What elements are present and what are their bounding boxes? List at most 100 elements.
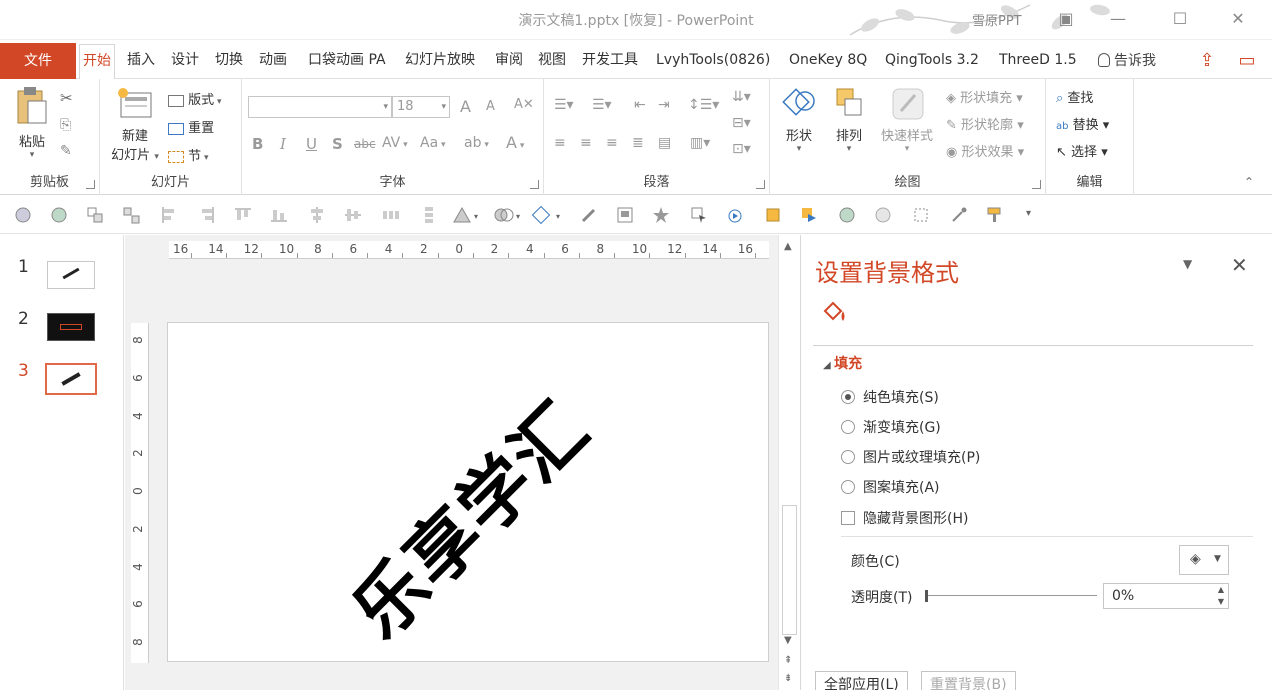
tab-review[interactable]: 审阅 (492, 48, 526, 74)
circle-gray-icon[interactable] (14, 206, 32, 224)
slide-thumbnail-3[interactable] (45, 363, 97, 395)
select-cursor-icon[interactable] (690, 206, 708, 224)
clipboard-launcher-icon[interactable] (86, 180, 95, 189)
strikethrough-button[interactable]: abc (354, 137, 376, 151)
radio-solid-fill[interactable]: 纯色填充(S) (841, 387, 939, 407)
layout-button[interactable]: 版式 ▾ (168, 89, 222, 108)
tab-developer[interactable]: 开发工具 (579, 48, 641, 74)
hide-bg-checkbox[interactable]: 隐藏背景图形(H) (841, 508, 968, 528)
spin-down-icon[interactable]: ▼ (1218, 597, 1224, 606)
tab-file[interactable]: 文件 (0, 43, 76, 79)
font-name-combo[interactable]: ▾ (248, 96, 392, 118)
radio-pattern-fill[interactable]: 图案填充(A) (841, 477, 940, 497)
tab-pocket-animation[interactable]: 口袋动画 PA (305, 48, 389, 74)
paragraph-launcher-icon[interactable] (756, 180, 765, 189)
align-left-obj-icon[interactable] (160, 206, 178, 224)
reset-background-button[interactable]: 重置背景(B) (921, 671, 1016, 690)
user-name[interactable]: 雪原PPT (972, 10, 1022, 29)
tab-lvyhtools[interactable]: LvyhTools(0826) (653, 48, 773, 74)
align-top-obj-icon[interactable] (234, 206, 252, 224)
tell-me-search[interactable]: 告诉我 (1098, 50, 1156, 70)
close-icon[interactable]: ✕ (1220, 6, 1256, 32)
underline-button[interactable]: U (306, 135, 317, 153)
drawing-launcher-icon[interactable] (1032, 180, 1041, 189)
section-button[interactable]: 节 ▾ (168, 145, 209, 164)
bullets-icon[interactable]: ☰▾ (554, 97, 574, 113)
tab-threed[interactable]: ThreeD 1.5 (996, 48, 1080, 74)
align-middle-obj-icon[interactable] (344, 206, 362, 224)
change-case-button[interactable]: Aa ▾ (420, 135, 446, 151)
scroll-down-icon[interactable]: ▼ (784, 635, 792, 646)
spin-up-icon[interactable]: ▲ (1218, 585, 1224, 594)
edit-shape-icon[interactable]: ▾ (532, 206, 566, 224)
apply-all-button[interactable]: 全部应用(L) (815, 671, 908, 690)
format-painter-icon[interactable]: ✎ (60, 143, 72, 159)
align-right-icon[interactable]: ≡ (606, 135, 618, 151)
distribute-v-icon[interactable] (420, 206, 438, 224)
font-color-icon[interactable]: A ▾ (506, 133, 524, 152)
align-bottom-obj-icon[interactable] (270, 206, 288, 224)
shape-blue-icon[interactable] (800, 206, 818, 224)
italic-button[interactable]: I (280, 135, 286, 153)
tab-transitions[interactable]: 切换 (212, 48, 246, 74)
tab-view[interactable]: 视图 (535, 48, 569, 74)
justify-icon[interactable]: ≣ (632, 135, 644, 151)
pane-close-icon[interactable]: ✕ (1231, 253, 1248, 277)
ungroup-icon[interactable] (122, 206, 140, 224)
animation-icon[interactable] (726, 206, 744, 224)
tab-qingtools[interactable]: QingTools 3.2 (882, 48, 982, 74)
tab-home[interactable]: 开始 (79, 44, 115, 80)
slide-thumbnail-2[interactable] (47, 313, 95, 341)
decrease-indent-icon[interactable]: ⇤ (634, 97, 646, 113)
collapse-ribbon-icon[interactable]: ⌃ (1244, 175, 1254, 189)
transparency-spinner[interactable]: 0% ▲ ▼ (1103, 583, 1229, 609)
radio-picture-fill[interactable]: 图片或纹理填充(P) (841, 447, 980, 467)
text-direction-icon[interactable]: ⇊▾ (732, 89, 751, 105)
shadow-button[interactable]: S (332, 135, 343, 153)
prev-slide-icon[interactable]: ⇞ (784, 655, 792, 666)
eraser-icon[interactable] (580, 206, 598, 224)
comment-icon[interactable]: ▭ (1236, 50, 1258, 72)
bold-button[interactable]: B (252, 135, 263, 153)
shapes-button[interactable]: 形状 ▾ (776, 85, 822, 154)
image-icon[interactable] (616, 206, 634, 224)
tab-onekey[interactable]: OneKey 8Q (786, 48, 870, 74)
quick-styles-button[interactable]: 快速样式 ▾ (874, 85, 940, 154)
fill-section-header[interactable]: ◢ 填充 (823, 353, 862, 373)
shape-yellow-icon[interactable] (764, 206, 782, 224)
align-center-icon[interactable]: ≡ (580, 135, 592, 151)
scroll-up-icon[interactable]: ▲ (784, 241, 792, 252)
star-icon[interactable] (652, 206, 670, 224)
eyedropper-icon[interactable] (950, 206, 968, 224)
highlight-icon[interactable]: ab ▾ (464, 135, 489, 151)
minimize-icon[interactable]: — (1100, 6, 1136, 32)
format-painter-2-icon[interactable] (986, 206, 1004, 224)
tab-insert[interactable]: 插入 (124, 48, 158, 74)
new-slide-button[interactable]: 新建 幻灯片 ▾ (106, 85, 164, 163)
paste-button[interactable]: 粘贴 ▾ (10, 85, 54, 160)
align-left-icon[interactable]: ≡ (554, 135, 566, 151)
radio-gradient-fill[interactable]: 渐变填充(G) (841, 417, 941, 437)
share-icon[interactable]: ⇪ (1196, 50, 1218, 72)
select-button[interactable]: ↖ 选择 ▾ (1056, 141, 1108, 160)
maximize-icon[interactable]: ☐ (1162, 6, 1198, 32)
pane-menu-icon[interactable]: ▼ (1183, 257, 1192, 271)
smartart-icon[interactable]: ⊡▾ (732, 141, 751, 157)
circle-light-icon[interactable] (874, 206, 892, 224)
shape-effects-button[interactable]: ◉ 形状效果 ▾ (946, 141, 1024, 160)
fill-bucket-tab-icon[interactable] (819, 297, 849, 327)
align-right-obj-icon[interactable] (198, 206, 216, 224)
shape-fill-button[interactable]: ◈ 形状填充 ▾ (946, 87, 1023, 106)
clear-format-icon[interactable]: A✕ (514, 97, 534, 112)
tab-slideshow[interactable]: 幻灯片放映 (402, 48, 478, 74)
tab-design[interactable]: 设计 (168, 48, 202, 74)
scroll-thumb[interactable] (782, 505, 797, 635)
next-slide-icon[interactable]: ⇟ (784, 673, 792, 684)
arrange-button[interactable]: 排列 ▾ (826, 85, 872, 154)
font-launcher-icon[interactable] (530, 180, 539, 189)
merge-shapes-icon[interactable]: ▾ (494, 206, 524, 224)
find-button[interactable]: ⌕ 查找 (1056, 87, 1093, 106)
grow-font-button[interactable]: A (460, 97, 471, 116)
transparency-slider-track[interactable] (925, 595, 1097, 596)
slide-canvas[interactable]: 乐享学汇 (167, 322, 769, 662)
